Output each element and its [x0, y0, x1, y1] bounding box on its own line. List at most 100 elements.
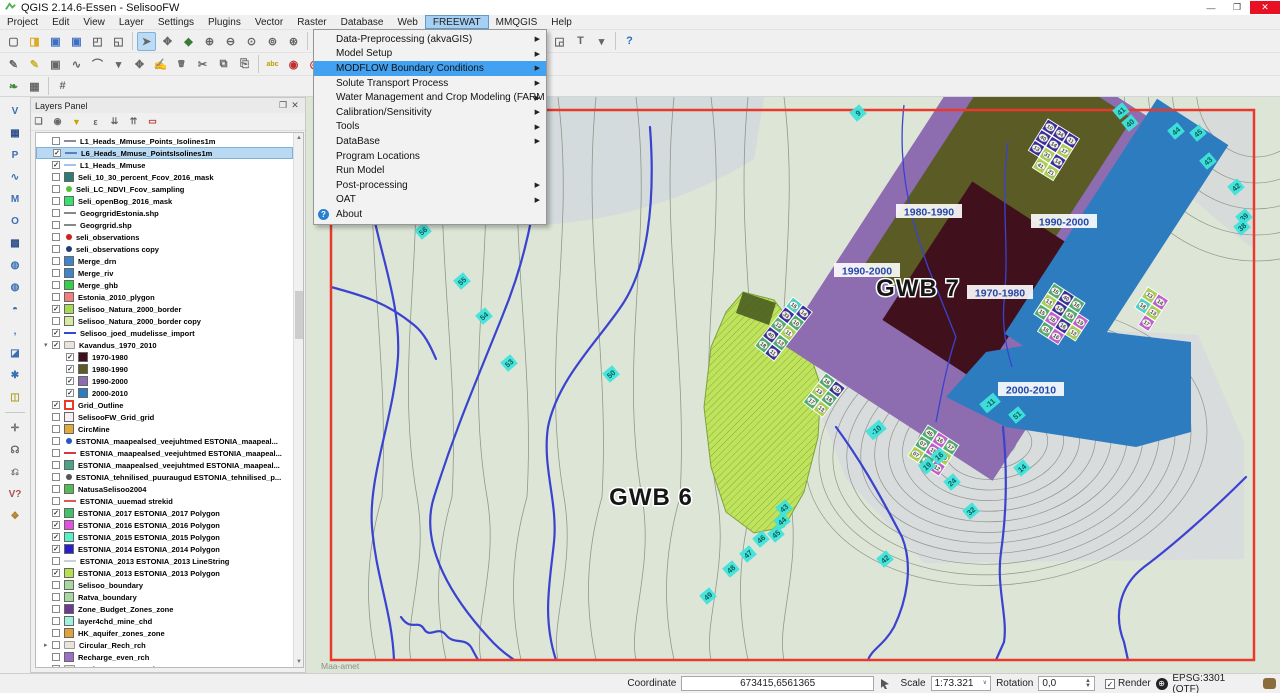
layer-visibility-checkbox[interactable]	[52, 233, 60, 241]
save-project-as-icon[interactable]: ▣	[67, 32, 86, 51]
composer-grid-icon[interactable]: ▦	[25, 77, 44, 96]
menu-raster[interactable]: Raster	[290, 15, 333, 29]
layer-visibility-checkbox[interactable]	[52, 209, 60, 217]
node-curve-icon[interactable]: ⌒	[88, 55, 107, 74]
layer-item-estonia-2013-estonia-2013-polygon[interactable]: ✓ESTONIA_2013 ESTONIA_2013 Polygon	[36, 567, 293, 579]
zoom-in-icon[interactable]: ⊕	[200, 32, 219, 51]
layer-visibility-checkbox[interactable]	[52, 665, 60, 668]
layer-visibility-checkbox[interactable]: ✓	[52, 533, 60, 541]
group-expander-icon[interactable]: ▸	[44, 665, 52, 668]
layer-visibility-checkbox[interactable]	[52, 137, 60, 145]
layer-item-estonia-uuemad-strekid[interactable]: ESTONIA_uuemad strekid	[36, 495, 293, 507]
query-builder-icon[interactable]: V?	[6, 485, 24, 503]
toggle-editing-icon[interactable]: ✎	[25, 55, 44, 74]
freewat-menu-item-solute-transport-process[interactable]: Solute Transport Process▶	[314, 76, 546, 91]
layer-item-seli-openbog-2016-mask[interactable]: Seli_openBog_2016_mask	[36, 195, 293, 207]
freewat-menu-item-oat[interactable]: OAT▶	[314, 193, 546, 208]
layer-visibility-checkbox[interactable]	[52, 485, 60, 493]
paste-features-icon[interactable]: ⎘	[235, 55, 254, 74]
freewat-menu-item-data-preprocessing-akvagis-[interactable]: Data-Preprocessing (akvaGIS)▶	[314, 32, 546, 47]
cut-features-icon[interactable]: ✂	[193, 55, 212, 74]
text-annotation-icon[interactable]: T	[571, 32, 590, 51]
spatial-query-icon[interactable]: ❖	[6, 507, 24, 525]
save-project-icon[interactable]: ▣	[46, 32, 65, 51]
messages-icon[interactable]	[1262, 677, 1276, 691]
layer-item-geogrgrid-shp[interactable]: Geogrgrid.shp	[36, 219, 293, 231]
filter-legend-icon[interactable]: ▼	[69, 114, 84, 129]
layer-item-1980-1990[interactable]: ✓1980-1990	[36, 363, 293, 375]
new-composer-icon[interactable]: ◰	[88, 32, 107, 51]
layer-item-hk-aquifer-zones-zone[interactable]: HK_aquifer_zones_zone	[36, 627, 293, 639]
menu-web[interactable]: Web	[390, 15, 424, 29]
layer-visibility-checkbox[interactable]: ✓	[52, 545, 60, 553]
add-oracle-layer-icon[interactable]: O	[6, 212, 24, 230]
layer-item-selisoo-joed-mudelisse-import[interactable]: ✓Selisoo_joed_mudelisse_import	[36, 327, 293, 339]
scale-combobox[interactable]: 1:73.321∨	[931, 676, 992, 691]
layer-item-estonia-tehnilised-puuraugud-estonia-teh[interactable]: ESTONIA_tehnilised_puuraugud ESTONIA_teh…	[36, 471, 293, 483]
composer-manager-icon[interactable]: ◱	[109, 32, 128, 51]
add-wcs-layer-icon[interactable]: ◍	[6, 278, 24, 296]
freewat-menu-item-program-locations[interactable]: Program Locations	[314, 149, 546, 164]
layer-visibility-checkbox[interactable]	[52, 173, 60, 181]
layer-item-estonia-2016-estonia-2016-polygon[interactable]: ✓ESTONIA_2016 ESTONIA_2016 Polygon	[36, 519, 293, 531]
layer-visibility-checkbox[interactable]	[52, 257, 60, 265]
show-bookmarks-icon[interactable]: ◲	[550, 32, 569, 51]
help-contents-icon[interactable]: ?	[620, 32, 639, 51]
crs-text[interactable]: EPSG:3301 (OTF)	[1172, 673, 1252, 693]
menu-settings[interactable]: Settings	[151, 15, 201, 29]
freewat-menu-item-post-processing[interactable]: Post-processing▶	[314, 178, 546, 193]
layer-visibility-checkbox[interactable]	[52, 269, 60, 277]
layer-item-ratva-boundary[interactable]: Ratva_boundary	[36, 591, 293, 603]
add-spatialite-layer-icon[interactable]: ∿	[6, 168, 24, 186]
freewat-menu-item-modflow-boundary-conditions[interactable]: MODFLOW Boundary Conditions▶	[314, 61, 546, 76]
touch-zoom-icon[interactable]: ➤	[137, 32, 156, 51]
layer-visibility-checkbox[interactable]: ✓	[66, 377, 74, 385]
freewat-menu-item-water-management-and-crop-modeling-farm-process-[interactable]: Water Management and Crop Modeling (FARM…	[314, 90, 546, 105]
layer-item-recharge-layer1-rch[interactable]: ▸Recharge_Layer1_rch	[36, 663, 293, 668]
layer-labeling-icon[interactable]: abc	[263, 55, 282, 74]
layer-visibility-checkbox[interactable]	[52, 281, 60, 289]
layer-visibility-checkbox[interactable]	[52, 653, 60, 661]
layer-visibility-checkbox[interactable]	[52, 593, 60, 601]
layer-item-2000-2010[interactable]: ✓2000-2010	[36, 387, 293, 399]
freewat-menu-item-database[interactable]: DataBase▶	[314, 134, 546, 149]
group-expander-icon[interactable]: ▾	[44, 341, 52, 349]
coordinate-capture-icon[interactable]: ✛	[6, 419, 24, 437]
menu-mmqgis[interactable]: MMQGIS	[489, 15, 545, 29]
menu-project[interactable]: Project	[0, 15, 45, 29]
delete-selected-icon[interactable]: 🗑	[172, 55, 191, 74]
graticule-grid-icon[interactable]: #	[53, 77, 72, 96]
menu-view[interactable]: View	[76, 15, 112, 29]
layer-visibility-checkbox[interactable]: ✓	[66, 353, 74, 361]
add-feature-icon[interactable]: ∿	[67, 55, 86, 74]
new-project-icon[interactable]: ▢	[4, 32, 23, 51]
node-tool-icon[interactable]: ✍	[151, 55, 170, 74]
scrollbar-thumb[interactable]	[295, 291, 303, 339]
group-expander-icon[interactable]: ▸	[44, 641, 52, 649]
layer-item-zone-budget-zones-zone[interactable]: Zone_Budget_Zones_zone	[36, 603, 293, 615]
layer-visibility-checkbox[interactable]: ✓	[53, 149, 61, 157]
crs-status-icon[interactable]: ⊕	[1155, 677, 1169, 691]
layer-item-selisoo-natura-2000-border-copy[interactable]: Selisoo_Natura_2000_border copy	[36, 315, 293, 327]
current-edits-icon[interactable]: ✎	[4, 55, 23, 74]
layer-item-l1-heads-mmuse[interactable]: ✓L1_Heads_Mmuse	[36, 159, 293, 171]
layer-item-grid-outline[interactable]: ✓Grid_Outline	[36, 399, 293, 411]
layer-visibility-checkbox[interactable]	[52, 413, 60, 421]
layer-item-estonia-2013-estonia-2013-linestring[interactable]: ESTONIA_2013 ESTONIA_2013 LineString	[36, 555, 293, 567]
minimize-button[interactable]: —	[1198, 1, 1224, 14]
layer-item-layer4chd-mine-chd[interactable]: layer4chd_mine_chd	[36, 615, 293, 627]
freewat-menu-item-model-setup[interactable]: Model Setup▶	[314, 47, 546, 62]
layer-visibility-checkbox[interactable]	[52, 629, 60, 637]
layer-visibility-checkbox[interactable]	[52, 449, 60, 457]
close-panel-icon[interactable]: ✕	[289, 100, 301, 111]
layer-visibility-checkbox[interactable]: ✓	[52, 401, 60, 409]
add-mssql-layer-icon[interactable]: M	[6, 190, 24, 208]
layer-visibility-checkbox[interactable]	[52, 473, 60, 481]
layer-visibility-checkbox[interactable]: ✓	[66, 365, 74, 373]
layer-item-estonia-2014-estonia-2014-polygon[interactable]: ✓ESTONIA_2014 ESTONIA_2014 Polygon	[36, 543, 293, 555]
add-wms-layer-icon[interactable]: ◍	[6, 256, 24, 274]
render-checkbox[interactable]: ✓ Render	[1105, 678, 1151, 689]
offset-tool-icon[interactable]: ⎌	[6, 463, 24, 481]
layer-item-l1-heads-mmuse-points-isolines1m[interactable]: L1_Heads_Mmuse_Points_Isolines1m	[36, 135, 293, 147]
freewat-menu-item-tools[interactable]: Tools▶	[314, 120, 546, 135]
